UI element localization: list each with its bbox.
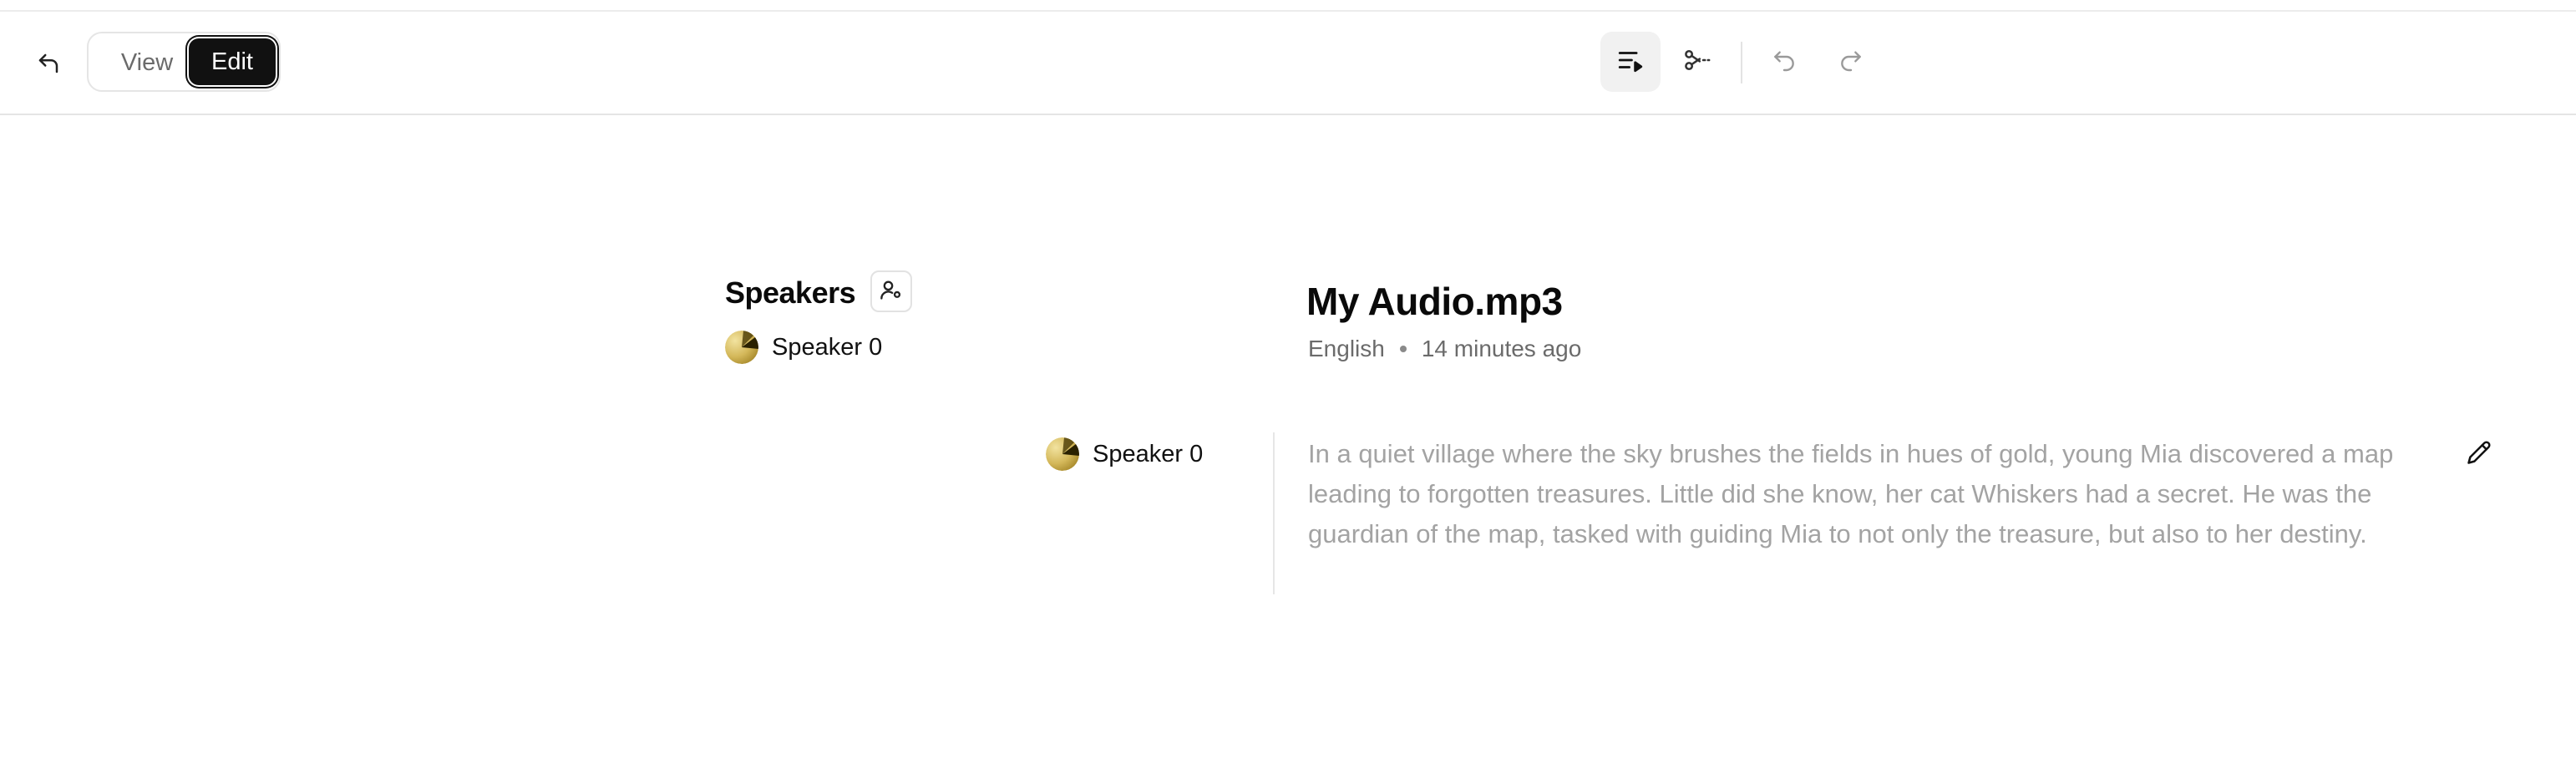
pencil-icon [2467,440,2492,469]
file-title: My Audio.mp3 [1306,280,1563,323]
speaker-name: Speaker 0 [772,333,883,361]
file-time-ago: 14 minutes ago [1421,336,1582,361]
speaker-avatar [725,331,758,364]
meta-separator [1399,346,1407,352]
manage-speakers-button[interactable] [870,270,912,312]
undo-icon [1771,47,1798,78]
toolbar-divider [1741,42,1742,83]
edit-mode-button[interactable]: Edit [189,38,276,85]
playlist-play-icon [1616,46,1645,78]
split-button[interactable] [1667,32,1727,92]
file-meta: English 14 minutes ago [1308,336,1581,362]
toolbar: View Edit [0,10,2576,115]
redo-icon [1838,47,1864,78]
segment-speaker-avatar [1046,437,1079,471]
undo-button[interactable] [1754,32,1814,92]
transcript-text[interactable]: In a quiet village where the sky brushes… [1308,434,2427,554]
view-mode-button[interactable]: View [105,42,189,83]
scissors-icon [1683,46,1711,78]
segment-speaker[interactable]: Speaker 0 [1046,437,1203,471]
segment-speaker-name: Speaker 0 [1093,440,1204,467]
segment-divider [1273,432,1275,594]
mode-toggle: View Edit [87,32,281,92]
redo-button[interactable] [1821,32,1881,92]
user-settings-icon [880,278,903,306]
speaker-list-item[interactable]: Speaker 0 [725,331,882,364]
edit-segment-button[interactable] [2462,437,2496,471]
back-button[interactable] [27,43,70,87]
playlist-play-button[interactable] [1600,32,1661,92]
file-language: English [1308,336,1385,361]
undo-arrow-icon [36,51,61,80]
speakers-heading: Speakers [725,275,856,310]
